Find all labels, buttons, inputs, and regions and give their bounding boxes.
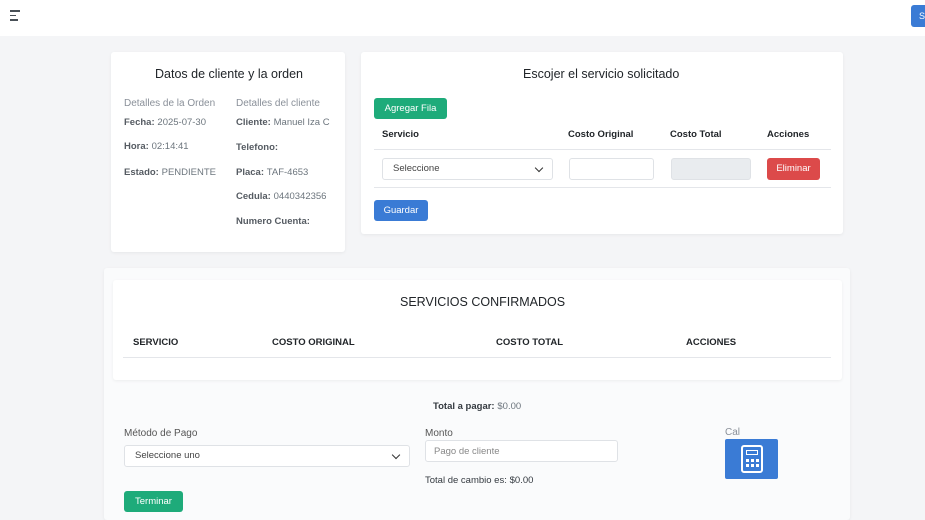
order-details-heading: Detalles de la Orden: [124, 98, 216, 109]
phone-label: Telefono:: [236, 142, 279, 153]
service-select-value: Seleccione: [393, 163, 440, 174]
id-label: Cedula:: [236, 191, 271, 202]
client-label: Cliente:: [236, 117, 271, 128]
plate-value: TAF-4653: [266, 167, 309, 178]
chevron-down-icon: [534, 163, 544, 173]
order-time: Hora: 02:14:41: [124, 141, 189, 152]
delete-row-button[interactable]: Eliminar: [767, 158, 820, 180]
top-right-button[interactable]: S: [911, 5, 925, 27]
hamburger-menu-icon[interactable]: [10, 10, 20, 22]
calculator-button[interactable]: [725, 439, 778, 479]
client-value: Manuel Iza C: [273, 117, 330, 128]
add-row-button[interactable]: Agregar Fila: [374, 98, 447, 119]
col-costo-total: Costo Total: [670, 129, 722, 140]
total-to-pay: Total a pagar: $0.00: [433, 401, 521, 412]
client-card-title: Datos de cliente y la orden: [155, 67, 304, 81]
client-phone: Telefono:: [236, 142, 278, 153]
payment-method-select[interactable]: Seleccione uno: [124, 445, 410, 467]
time-value: 02:14:41: [151, 141, 189, 152]
order-status: Estado: PENDIENTE: [124, 167, 216, 178]
plate-label: Placa:: [236, 167, 264, 178]
id-value: 0440342356: [273, 191, 327, 202]
client-order-card: Datos de cliente y la orden Detalles de …: [111, 52, 345, 252]
change-total: Total de cambio es: $0.00: [425, 475, 533, 486]
amount-label: Monto: [425, 428, 453, 439]
confirmed-header-divider: [123, 357, 831, 358]
payment-method-value: Seleccione uno: [135, 450, 200, 461]
account-label: Numero Cuenta:: [236, 216, 310, 227]
chevron-down-icon: [391, 450, 401, 460]
client-id: Cedula: 0440342356: [236, 191, 326, 202]
total-cost-input: [671, 158, 751, 180]
client-details-heading: Detalles del cliente: [236, 98, 320, 109]
calculator-label: Cal: [725, 427, 741, 438]
date-label: Fecha:: [124, 117, 155, 128]
service-card-title: Escojer el servicio solicitado: [523, 67, 680, 81]
confirmed-services-table-card: SERVICIOS CONFIRMADOS SERVICIO COSTO ORI…: [113, 280, 842, 380]
change-value: $0.00: [509, 475, 534, 486]
total-value: $0.00: [497, 401, 522, 412]
col-servicio: Servicio: [382, 129, 419, 140]
original-cost-input[interactable]: [569, 158, 654, 180]
amount-input[interactable]: [425, 440, 618, 462]
top-bar: S: [0, 0, 925, 36]
save-button[interactable]: Guardar: [374, 200, 428, 221]
service-selection-card: Escojer el servicio solicitado Agregar F…: [361, 52, 843, 234]
time-label: Hora:: [124, 141, 149, 152]
change-label: Total de cambio es:: [425, 475, 507, 486]
header-divider: [374, 149, 831, 150]
total-label: Total a pagar:: [433, 401, 495, 412]
client-account: Numero Cuenta:: [236, 216, 310, 227]
col-costo-original-confirmed: COSTO ORIGINAL: [272, 337, 355, 348]
status-value: PENDIENTE: [161, 167, 216, 178]
calculator-icon: [741, 445, 763, 473]
client-name: Cliente: Manuel Iza C: [236, 117, 330, 128]
col-acciones-confirmed: ACCIONES: [686, 337, 737, 348]
finish-button[interactable]: Terminar: [124, 491, 183, 512]
client-plate: Placa: TAF-4653: [236, 167, 308, 178]
date-value: 2025-07-30: [157, 117, 207, 128]
col-acciones: Acciones: [767, 129, 810, 140]
col-costo-original: Costo Original: [568, 129, 634, 140]
col-costo-total-confirmed: COSTO TOTAL: [496, 337, 564, 348]
col-servicio-confirmed: SERVICIO: [133, 337, 179, 348]
confirmed-services-title: SERVICIOS CONFIRMADOS: [400, 295, 566, 309]
row-divider: [374, 187, 831, 188]
service-select[interactable]: Seleccione: [382, 158, 553, 180]
payment-method-label: Método de Pago: [124, 428, 198, 439]
status-label: Estado:: [124, 167, 159, 178]
order-date: Fecha: 2025-07-30: [124, 117, 206, 128]
